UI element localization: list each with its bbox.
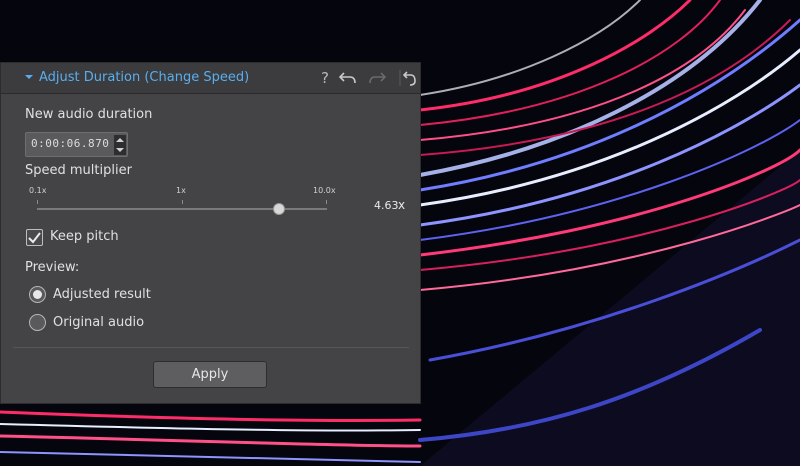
radio-original-audio[interactable] [29, 314, 46, 331]
divider [13, 347, 409, 348]
original-audio-label[interactable]: Original audio [53, 315, 144, 330]
radio-adjusted-result[interactable] [29, 286, 46, 303]
adjust-duration-panel: Adjust Duration (Change Speed) ? New aud… [0, 62, 421, 404]
speed-unit: x [398, 198, 406, 212]
keep-pitch-label[interactable]: Keep pitch [50, 229, 119, 244]
panel-title[interactable]: Adjust Duration (Change Speed) [39, 70, 249, 85]
keep-pitch-checkbox[interactable] [26, 229, 43, 246]
spin-up-icon[interactable] [114, 135, 126, 145]
tick-label-max: 10.0x [313, 186, 336, 195]
spin-down-icon[interactable] [114, 145, 126, 155]
reset-icon[interactable] [399, 69, 419, 87]
preview-label: Preview: [25, 260, 80, 275]
speed-value: 4.63 [374, 199, 399, 212]
duration-field[interactable]: 0:00:06.870 [25, 132, 128, 157]
panel-titlebar: Adjust Duration (Change Speed) ? [1, 63, 420, 94]
adjusted-result-label[interactable]: Adjusted result [53, 287, 151, 302]
chevron-down-icon[interactable] [24, 72, 34, 82]
redo-icon[interactable] [367, 69, 387, 87]
duration-value[interactable]: 0:00:06.870 [31, 137, 109, 150]
undo-icon[interactable] [338, 69, 358, 87]
tick-mark [37, 200, 38, 204]
speed-label: Speed multiplier [25, 163, 132, 178]
speed-slider-thumb[interactable] [272, 203, 285, 215]
help-icon[interactable]: ? [320, 69, 330, 87]
tick-mark [326, 200, 327, 204]
tick-label-mid: 1x [176, 186, 186, 195]
checkmark-icon [28, 232, 41, 244]
duration-label: New audio duration [25, 107, 153, 122]
radio-selected-dot [33, 290, 42, 299]
tick-label-min: 0.1x [29, 186, 47, 195]
apply-button[interactable]: Apply [153, 361, 267, 388]
tick-mark [182, 200, 183, 204]
